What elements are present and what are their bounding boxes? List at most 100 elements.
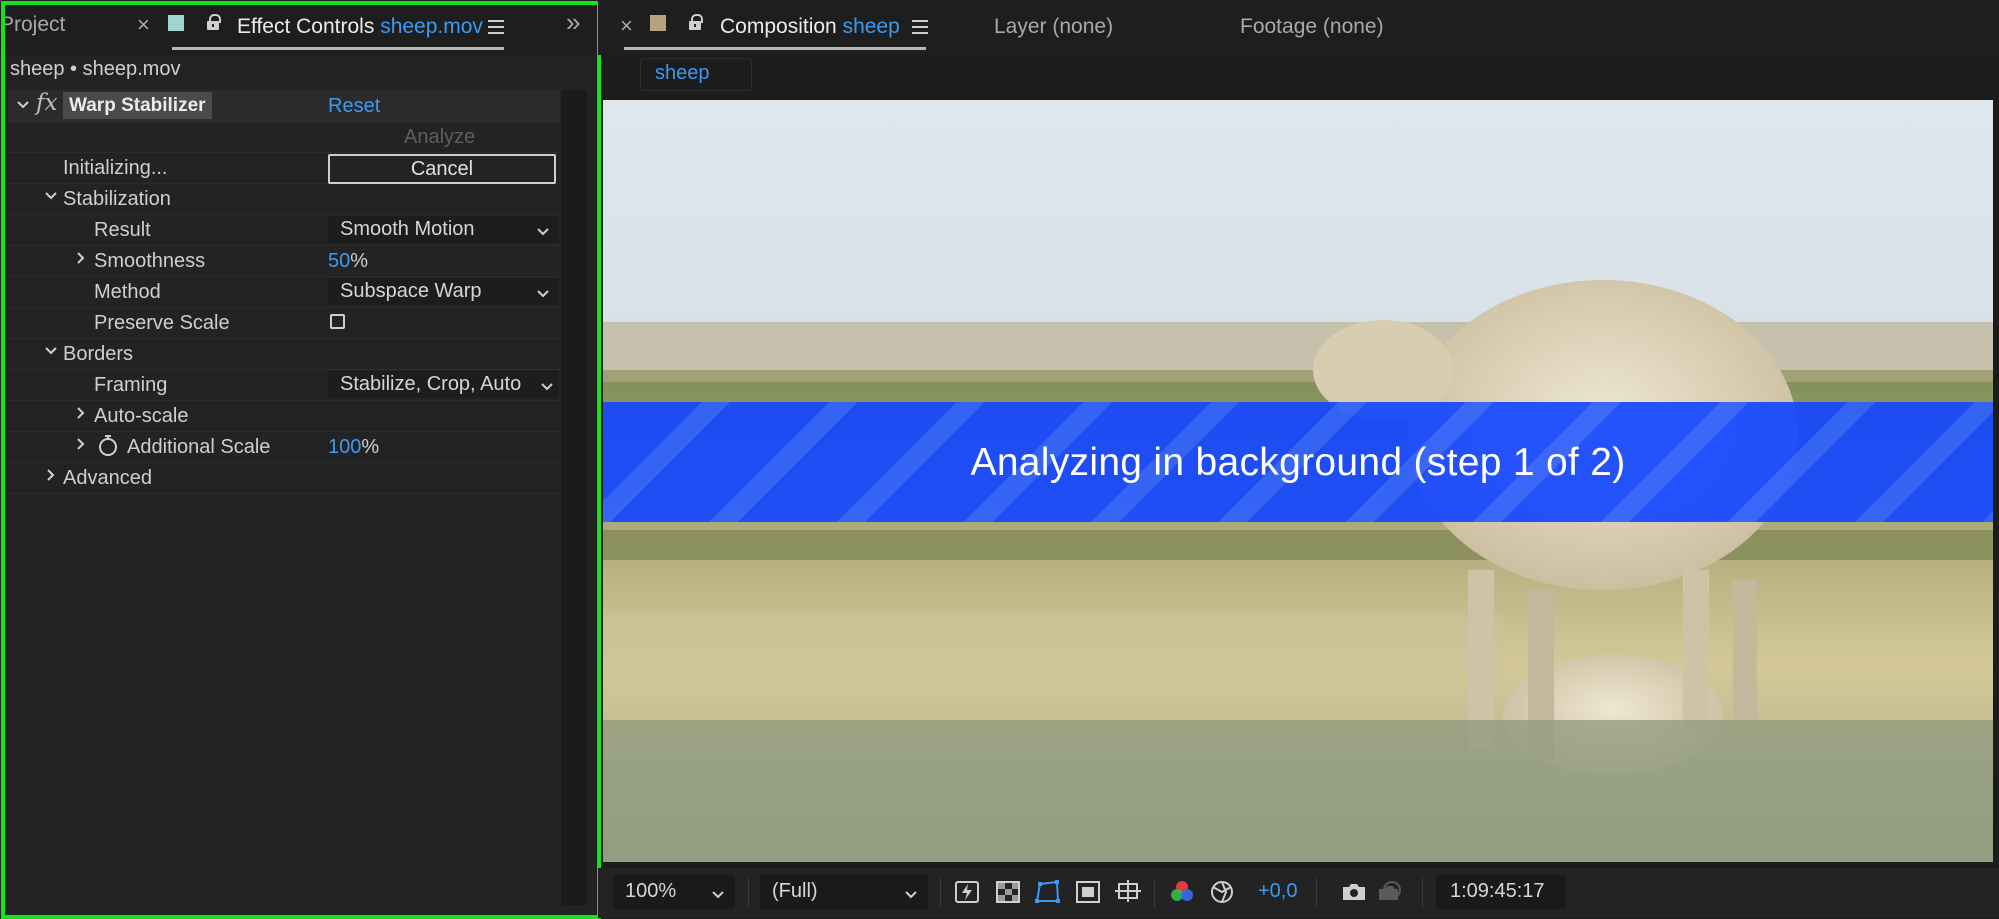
chevron-right-icon[interactable] bbox=[74, 406, 88, 420]
resolution-dropdown[interactable]: (Full) bbox=[760, 875, 928, 909]
method-dropdown[interactable]: Subspace Warp bbox=[328, 278, 558, 305]
chevron-down-icon[interactable] bbox=[44, 189, 58, 203]
color-swatch-icon[interactable] bbox=[168, 15, 184, 31]
viewer-toolbar: 100% (Full) +0,0 1:09:45:17 bbox=[598, 868, 1999, 918]
mask-path-visibility-icon[interactable] bbox=[1034, 879, 1062, 905]
chevron-right-icon[interactable] bbox=[74, 251, 88, 265]
composition-breadcrumb[interactable]: sheep bbox=[640, 58, 752, 91]
cancel-button[interactable]: Cancel bbox=[328, 154, 556, 184]
fx-icon[interactable]: fx bbox=[36, 91, 57, 115]
result-row: Result Smooth Motion bbox=[8, 214, 560, 246]
method-label: Method bbox=[94, 281, 161, 303]
toolbar-divider bbox=[1316, 878, 1317, 908]
transparency-grid-icon[interactable] bbox=[994, 879, 1022, 905]
color-swatch-icon[interactable] bbox=[650, 15, 666, 31]
result-value: Smooth Motion bbox=[340, 218, 475, 240]
layer-path: sheep • sheep.mov bbox=[10, 58, 181, 80]
banner-text: Analyzing in background (step 1 of 2) bbox=[970, 441, 1626, 484]
status-text: Initializing... bbox=[63, 157, 168, 179]
tab-project[interactable]: Project bbox=[0, 12, 65, 38]
tab-effect-controls-label: Effect Controls bbox=[237, 15, 375, 38]
auto-scale-row[interactable]: Auto-scale bbox=[8, 400, 560, 432]
advanced-group[interactable]: Advanced bbox=[8, 462, 560, 494]
framing-label: Framing bbox=[94, 374, 168, 396]
preserve-scale-checkbox[interactable] bbox=[330, 314, 345, 329]
close-icon[interactable]: × bbox=[137, 12, 150, 38]
resolution-value: (Full) bbox=[772, 880, 818, 902]
exposure-reset-icon[interactable] bbox=[1208, 879, 1236, 905]
active-tab-underline bbox=[624, 47, 926, 50]
chevron-down-icon bbox=[536, 286, 550, 304]
tab-composition-label: Composition bbox=[720, 15, 837, 38]
stopwatch-icon[interactable] bbox=[98, 435, 118, 462]
result-label: Result bbox=[94, 219, 151, 241]
smoothness-unit: % bbox=[350, 250, 369, 272]
active-tab-underline bbox=[172, 47, 504, 50]
effect-name[interactable]: Warp Stabilizer bbox=[63, 92, 212, 119]
preserve-scale-label: Preserve Scale bbox=[94, 312, 230, 334]
toolbar-divider bbox=[1422, 878, 1423, 908]
smoothness-row: Smoothness 50% bbox=[8, 245, 560, 277]
tab-effect-controls-file: sheep.mov bbox=[380, 15, 483, 38]
tab-layer[interactable]: Layer (none) bbox=[994, 14, 1113, 40]
tab-footage[interactable]: Footage (none) bbox=[1240, 14, 1384, 40]
framing-dropdown[interactable]: Stabilize, Crop, Auto bbox=[328, 371, 558, 398]
chevron-right-icon[interactable] bbox=[74, 437, 88, 451]
result-dropdown[interactable]: Smooth Motion bbox=[328, 216, 558, 243]
region-of-interest-icon[interactable] bbox=[1074, 879, 1102, 905]
additional-scale-field[interactable]: 100% bbox=[328, 435, 379, 459]
smoothness-value[interactable]: 50 bbox=[328, 250, 350, 272]
magnification-value: 100% bbox=[625, 880, 677, 902]
framing-row: Framing Stabilize, Crop, Auto bbox=[8, 369, 560, 401]
exposure-value[interactable]: +0,0 bbox=[1258, 880, 1297, 903]
hamburger-menu-icon[interactable] bbox=[488, 20, 504, 34]
chevron-down-icon bbox=[540, 379, 554, 397]
chevron-down-icon[interactable] bbox=[16, 98, 30, 112]
magnification-dropdown[interactable]: 100% bbox=[613, 875, 735, 909]
tab-composition-name: sheep bbox=[842, 15, 900, 38]
chevron-down-icon[interactable] bbox=[44, 344, 58, 358]
status-row: Initializing... Cancel bbox=[8, 152, 560, 184]
additional-scale-row: Additional Scale 100% bbox=[8, 431, 560, 463]
additional-scale-value[interactable]: 100 bbox=[328, 436, 361, 458]
timecode-value: 1:09:45:17 bbox=[1450, 880, 1545, 902]
lock-icon[interactable] bbox=[688, 14, 703, 30]
show-snapshot-icon[interactable] bbox=[1376, 879, 1404, 905]
color-channels-icon[interactable] bbox=[1168, 879, 1196, 905]
additional-scale-label: Additional Scale bbox=[127, 436, 271, 458]
toolbar-divider bbox=[940, 878, 941, 908]
chevron-down-icon bbox=[536, 224, 550, 242]
panel-overflow-icon[interactable]: » bbox=[566, 9, 580, 35]
method-row: Method Subspace Warp bbox=[8, 276, 560, 308]
additional-scale-unit: % bbox=[361, 436, 380, 458]
guides-options-icon[interactable] bbox=[1114, 879, 1142, 905]
fast-previews-icon[interactable] bbox=[953, 879, 981, 905]
chevron-down-icon bbox=[904, 887, 918, 905]
effects-scrollbar[interactable] bbox=[561, 90, 587, 905]
preserve-scale-row: Preserve Scale bbox=[8, 307, 560, 339]
auto-scale-label: Auto-scale bbox=[94, 405, 189, 427]
effect-header-row[interactable]: fx Warp Stabilizer Reset bbox=[8, 90, 560, 122]
smoothness-field[interactable]: 50% bbox=[328, 249, 368, 273]
chevron-right-icon[interactable] bbox=[44, 468, 58, 482]
analyze-row: Analyze bbox=[8, 121, 560, 153]
method-value: Subspace Warp bbox=[340, 280, 482, 302]
analysis-progress-banner: Analyzing in background (step 1 of 2) bbox=[603, 402, 1993, 522]
current-time-display[interactable]: 1:09:45:17 bbox=[1436, 875, 1566, 909]
toolbar-divider bbox=[748, 878, 749, 908]
borders-label: Borders bbox=[63, 343, 134, 365]
borders-group[interactable]: Borders bbox=[8, 338, 560, 370]
close-icon[interactable]: × bbox=[620, 13, 633, 39]
hamburger-menu-icon[interactable] bbox=[912, 20, 928, 34]
stabilization-label: Stabilization bbox=[63, 188, 171, 210]
reset-link[interactable]: Reset bbox=[328, 94, 380, 118]
tab-composition[interactable]: Composition sheep bbox=[720, 14, 900, 40]
analyze-button[interactable]: Analyze bbox=[404, 125, 475, 149]
effect-controls-panel: Project × Effect Controls sheep.mov » sh… bbox=[0, 0, 596, 918]
stabilization-group[interactable]: Stabilization bbox=[8, 183, 560, 215]
tab-effect-controls[interactable]: Effect Controls sheep.mov bbox=[237, 14, 483, 40]
smoothness-label: Smoothness bbox=[94, 250, 206, 272]
lock-icon[interactable] bbox=[206, 14, 221, 30]
framing-value: Stabilize, Crop, Auto bbox=[340, 373, 522, 395]
snapshot-camera-icon[interactable] bbox=[1340, 879, 1368, 905]
